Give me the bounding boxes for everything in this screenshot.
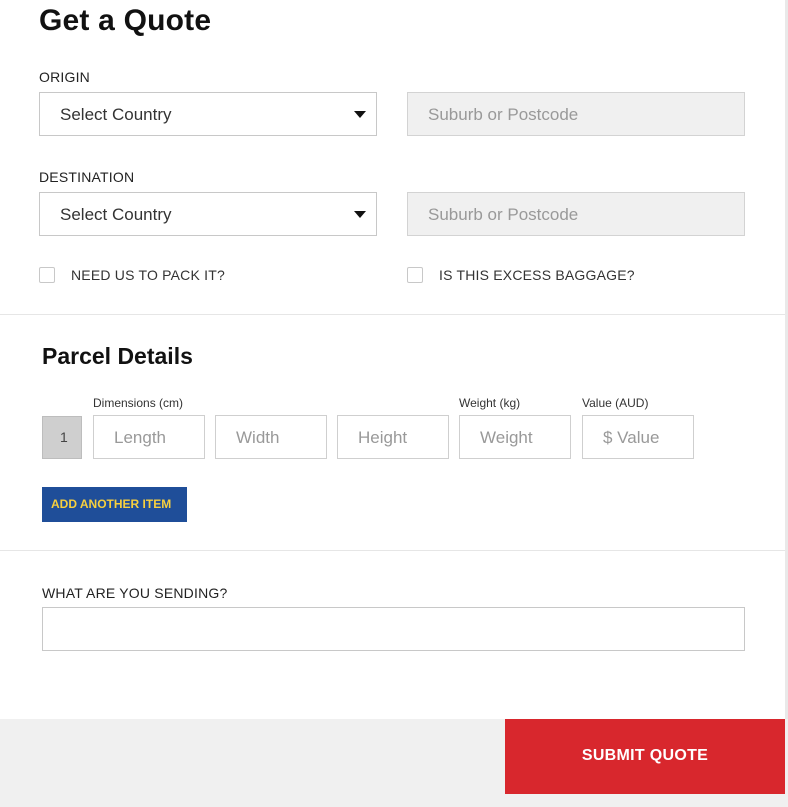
- length-input[interactable]: Length: [93, 415, 205, 459]
- origin-country-select[interactable]: Select Country: [39, 92, 377, 136]
- destination-label: DESTINATION: [39, 169, 135, 185]
- destination-postcode-input[interactable]: Suburb or Postcode: [407, 192, 745, 236]
- height-placeholder: Height: [358, 428, 408, 447]
- sending-label: WHAT ARE YOU SENDING?: [42, 585, 228, 601]
- weight-label: Weight (kg): [459, 396, 521, 410]
- section-divider: [0, 550, 785, 551]
- item-index-number: 1: [60, 429, 68, 445]
- value-label: Value (AUD): [582, 396, 649, 410]
- chevron-down-icon: [354, 211, 366, 218]
- width-input[interactable]: Width: [215, 415, 327, 459]
- weight-placeholder: Weight: [480, 428, 533, 447]
- origin-label: ORIGIN: [39, 69, 90, 85]
- destination-country-select-value: Select Country: [60, 205, 172, 224]
- width-placeholder: Width: [236, 428, 280, 447]
- pack-checkbox[interactable]: [39, 267, 55, 283]
- section-divider: [0, 314, 785, 315]
- height-input[interactable]: Height: [337, 415, 449, 459]
- add-another-item-label: ADD ANOTHER ITEM: [51, 497, 172, 511]
- excess-baggage-checkbox[interactable]: [407, 267, 423, 283]
- origin-country-select-value: Select Country: [60, 105, 172, 124]
- weight-input[interactable]: Weight: [459, 415, 571, 459]
- value-input[interactable]: $ Value: [582, 415, 694, 459]
- dimensions-label: Dimensions (cm): [93, 396, 184, 410]
- length-placeholder: Length: [114, 428, 166, 447]
- submit-quote-label: SUBMIT QUOTE: [581, 747, 709, 764]
- item-index-badge: 1: [42, 416, 82, 459]
- value-placeholder: $ Value: [603, 428, 660, 447]
- page-title: Get a Quote: [39, 4, 212, 37]
- add-another-item-button[interactable]: ADD ANOTHER ITEM: [42, 487, 187, 522]
- excess-baggage-checkbox-label: IS THIS EXCESS BAGGAGE?: [439, 267, 635, 283]
- destination-country-select[interactable]: Select Country: [39, 192, 377, 236]
- origin-postcode-input[interactable]: Suburb or Postcode: [407, 92, 745, 136]
- submit-quote-button[interactable]: SUBMIT QUOTE: [505, 719, 785, 794]
- sending-input[interactable]: [42, 607, 745, 651]
- destination-postcode-placeholder: Suburb or Postcode: [428, 205, 579, 224]
- origin-postcode-placeholder: Suburb or Postcode: [428, 105, 579, 124]
- pack-checkbox-label: NEED US TO PACK IT?: [71, 267, 225, 283]
- parcel-details-title: Parcel Details: [42, 343, 193, 369]
- chevron-down-icon: [354, 111, 366, 118]
